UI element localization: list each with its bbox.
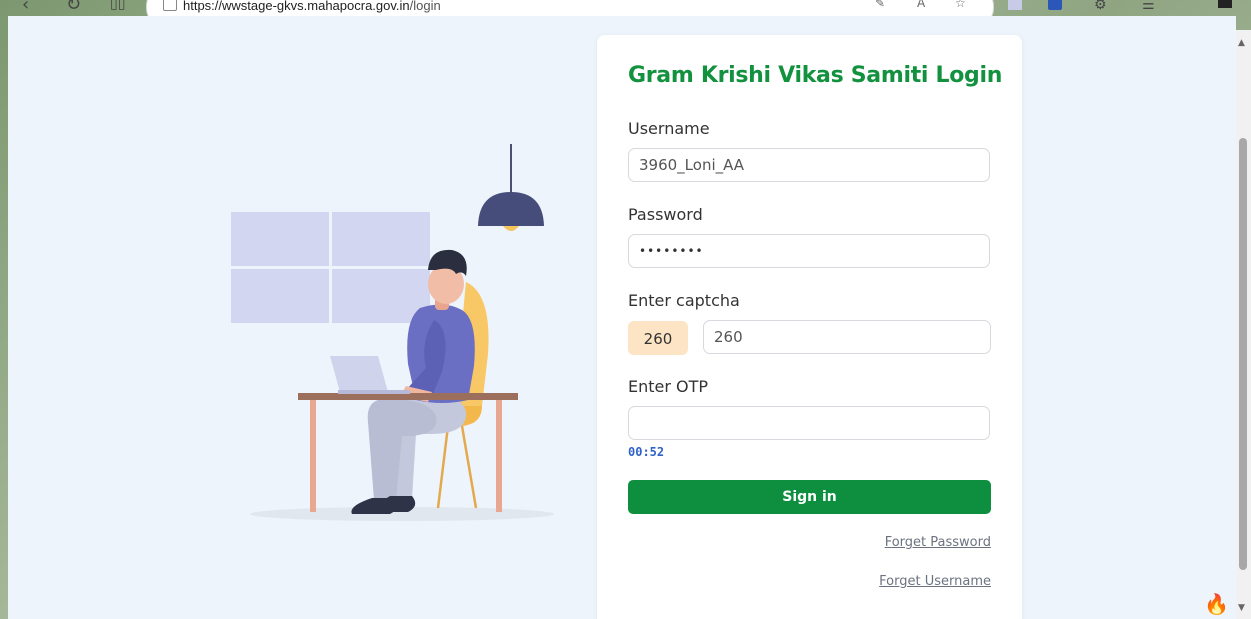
read-aloud-icon[interactable]: A <box>917 0 925 10</box>
extension-icon[interactable] <box>1008 0 1022 10</box>
pen-icon[interactable]: ✎ <box>875 0 885 10</box>
password-input[interactable]: •••••••• <box>628 234 990 268</box>
forget-username-link[interactable]: Forget Username <box>879 574 991 589</box>
scroll-down-icon[interactable]: ▼ <box>1238 603 1245 613</box>
fire-extension-icon[interactable]: 🔥 <box>1204 592 1229 616</box>
otp-timer: 00:52 <box>628 445 665 459</box>
scroll-up-icon[interactable]: ▲ <box>1238 38 1245 48</box>
tab-grid-icon[interactable]: ▯▯ <box>110 0 125 12</box>
forget-password-link[interactable]: Forget Password <box>885 535 991 550</box>
login-card: Gram Krishi Vikas Samiti Login Username … <box>597 35 1022 619</box>
person-at-desk-illustration <box>231 144 554 521</box>
otp-input[interactable] <box>628 406 990 440</box>
captcha-code: 260 <box>628 321 688 355</box>
favorite-star-icon[interactable]: ☆ <box>955 0 966 10</box>
site-info-icon[interactable] <box>163 0 177 11</box>
url-host: https://wwstage-gkvs.mahapocra.gov.in <box>183 0 410 13</box>
login-title: Gram Krishi Vikas Samiti Login <box>628 63 1003 88</box>
refresh-icon[interactable]: ↻ <box>66 0 81 15</box>
captcha-label: Enter captcha <box>628 291 740 310</box>
username-input[interactable] <box>628 148 990 182</box>
otp-label: Enter OTP <box>628 377 709 396</box>
address-url: https://wwstage-gkvs.mahapocra.gov.in/lo… <box>183 0 441 13</box>
page-scrollbar[interactable]: ▲ ▼ <box>1236 30 1251 619</box>
captcha-input[interactable] <box>703 320 991 354</box>
sign-in-button[interactable]: Sign in <box>628 480 991 514</box>
back-icon[interactable]: ‹ <box>22 0 29 15</box>
username-label: Username <box>628 119 710 138</box>
extension-icon[interactable] <box>1048 0 1062 10</box>
settings-gear-icon[interactable]: ⚙ <box>1094 0 1107 13</box>
profile-icon[interactable] <box>1218 0 1232 8</box>
page-viewport: Gram Krishi Vikas Samiti Login Username … <box>8 16 1236 619</box>
url-path: /login <box>409 0 441 13</box>
password-label: Password <box>628 205 703 224</box>
favorites-bar-icon[interactable]: ☰ <box>1142 0 1155 13</box>
scrollbar-thumb[interactable] <box>1239 138 1247 570</box>
